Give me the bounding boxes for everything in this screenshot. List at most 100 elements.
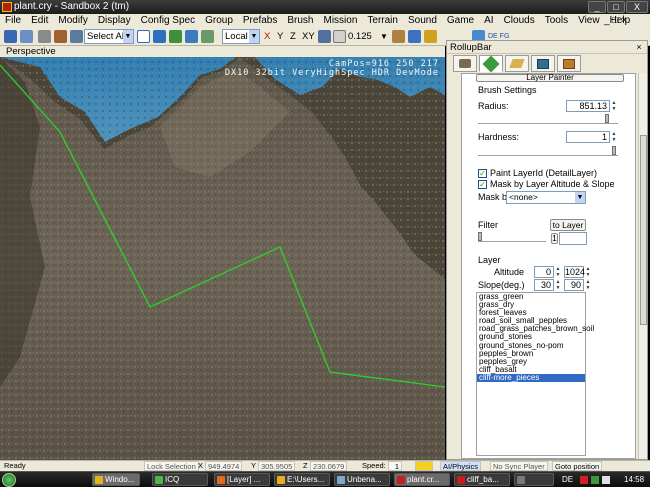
select-icon[interactable]	[70, 30, 83, 43]
x-coordinate[interactable]: 949.4974	[205, 461, 243, 471]
tray-icon[interactable]	[580, 476, 588, 484]
filter-field[interactable]: 1	[551, 233, 558, 244]
axis-xy-button[interactable]: XY	[302, 29, 315, 44]
z-coordinate[interactable]: 230.0679	[310, 461, 348, 471]
radius-input[interactable]: 851.13	[566, 100, 610, 112]
axis-y-button[interactable]: Y	[277, 29, 283, 44]
ai-physics-button[interactable]: AI/Physics	[440, 461, 482, 471]
close-icon[interactable]: ×	[634, 42, 644, 52]
mdi-controls[interactable]: _ □ ×	[599, 14, 632, 28]
task-unnamed[interactable]	[514, 473, 554, 486]
grid-size-value[interactable]: 0.125	[348, 29, 372, 44]
grid-icon[interactable]	[333, 30, 346, 43]
filter-input[interactable]	[559, 232, 587, 245]
task-unbenannt[interactable]: Unbena...	[334, 473, 390, 486]
task-cliff[interactable]: cliff_ba...	[454, 473, 510, 486]
move-icon[interactable]	[153, 30, 166, 43]
undo-icon[interactable]	[4, 30, 17, 43]
mask-altitude-checkbox[interactable]: ✓	[478, 180, 487, 189]
rollup-title-bar[interactable]: RollupBar ×	[447, 41, 647, 54]
radius-slider-knob[interactable]	[605, 114, 609, 123]
link-icon[interactable]	[38, 30, 51, 43]
pointer-icon[interactable]	[137, 30, 150, 43]
modeling-tab[interactable]	[505, 55, 529, 72]
task-users[interactable]: E:\Users...	[274, 473, 330, 486]
radius-spinner[interactable]: ▲ ▼	[611, 100, 617, 112]
unlink-icon[interactable]	[54, 30, 67, 43]
filter-slider[interactable]	[478, 232, 546, 242]
task-layer[interactable]: [Layer] ...	[214, 473, 270, 486]
objects-tab[interactable]	[453, 55, 477, 72]
altitude-max-spinner[interactable]: ▲ ▼	[585, 266, 591, 278]
menu-brush[interactable]: Brush	[282, 14, 318, 28]
redo-icon[interactable]	[20, 30, 33, 43]
menu-display[interactable]: Display	[93, 14, 136, 28]
ruler-icon[interactable]	[408, 30, 421, 43]
rotate-icon[interactable]	[169, 30, 182, 43]
perspective-viewport[interactable]: CamPos=916 250 217 DX10 32bit VeryHighSp…	[0, 57, 445, 460]
menu-game[interactable]: Game	[442, 14, 479, 28]
goto-position-button[interactable]: Goto position	[552, 461, 603, 471]
minimize-button[interactable]: _	[588, 1, 606, 13]
filter-slider-knob[interactable]	[478, 232, 482, 241]
hardness-input[interactable]: 1	[566, 131, 610, 143]
language-indicator[interactable]: DE	[562, 472, 573, 487]
altitude-max-input[interactable]: 1024	[564, 266, 585, 278]
rollup-scrollbar[interactable]	[638, 73, 647, 459]
slope-min-spinner[interactable]: ▲ ▼	[555, 279, 561, 291]
slope-max-spinner[interactable]: ▲ ▼	[585, 279, 591, 291]
coord-system-select[interactable]: Local ▼	[222, 29, 260, 44]
close-button[interactable]: X	[626, 1, 648, 13]
lock-selection-button[interactable]: Lock Selection	[144, 461, 199, 471]
lock-icon[interactable]	[424, 30, 437, 43]
menu-mission[interactable]: Mission	[318, 14, 362, 28]
grid-size-dropdown[interactable]: ▼	[380, 29, 388, 44]
menu-ai[interactable]: AI	[479, 14, 498, 28]
no-sync-player-button[interactable]: No Sync Player	[490, 461, 548, 471]
menu-edit[interactable]: Edit	[26, 14, 53, 28]
viewport-header[interactable]: Perspective	[0, 46, 445, 57]
menu-modify[interactable]: Modify	[53, 14, 92, 28]
paint-layer-checkbox[interactable]: ✓	[478, 169, 487, 178]
menu-config-spec[interactable]: Config Spec	[136, 14, 200, 28]
speed-input[interactable]: 1	[388, 461, 402, 471]
hardness-slider[interactable]	[478, 146, 618, 156]
layers-tab[interactable]	[557, 55, 581, 72]
y-coordinate[interactable]: 305.9505	[258, 461, 296, 471]
axis-z-button[interactable]: Z	[290, 29, 296, 44]
hardness-spinner[interactable]: ▲ ▼	[611, 131, 617, 143]
to-layer-button[interactable]: to Layer	[550, 219, 586, 231]
layer-list[interactable]: grass_green grass_dry forest_leaves road…	[476, 292, 594, 456]
hardness-slider-knob[interactable]	[612, 146, 616, 155]
slope-min-input[interactable]: 30	[534, 279, 554, 291]
clock[interactable]: 14:58	[624, 472, 644, 487]
axis-x-button[interactable]: X	[264, 29, 270, 44]
task-windows[interactable]: Windo...	[92, 473, 140, 486]
altitude-min-spinner[interactable]: ▲ ▼	[555, 266, 561, 278]
menu-group[interactable]: Group	[200, 14, 238, 28]
list-item-selected[interactable]: cliff-more_pieces	[477, 373, 585, 383]
volume-icon[interactable]	[602, 476, 610, 484]
display-tab[interactable]	[531, 55, 555, 72]
menu-terrain[interactable]: Terrain	[362, 14, 403, 28]
selection-filter-select[interactable]: Select All ▼	[84, 29, 134, 44]
slope-max-input[interactable]: 90	[564, 279, 584, 291]
menu-prefabs[interactable]: Prefabs	[238, 14, 282, 28]
menu-sound[interactable]: Sound	[403, 14, 442, 28]
terrain-snap-icon[interactable]	[318, 30, 331, 43]
tray-icon[interactable]	[591, 476, 599, 484]
menu-tools[interactable]: Tools	[540, 14, 573, 28]
maximize-button[interactable]: □	[607, 1, 625, 13]
layer-painter-header[interactable]: Layer Painter	[476, 74, 624, 82]
scrollbar-thumb[interactable]	[640, 135, 647, 325]
menu-file[interactable]: File	[0, 14, 26, 28]
start-button[interactable]	[2, 473, 16, 487]
altitude-min-input[interactable]: 0	[534, 266, 554, 278]
mask-by-select[interactable]: <none> ▼	[506, 191, 586, 204]
angle-snap-icon[interactable]	[392, 30, 405, 43]
task-plant[interactable]: plant.cr...	[394, 473, 450, 486]
terrain-tab[interactable]	[479, 55, 503, 73]
task-icq[interactable]: ICQ	[152, 473, 208, 486]
speed-icon[interactable]	[415, 461, 433, 471]
scale-icon[interactable]	[185, 30, 198, 43]
